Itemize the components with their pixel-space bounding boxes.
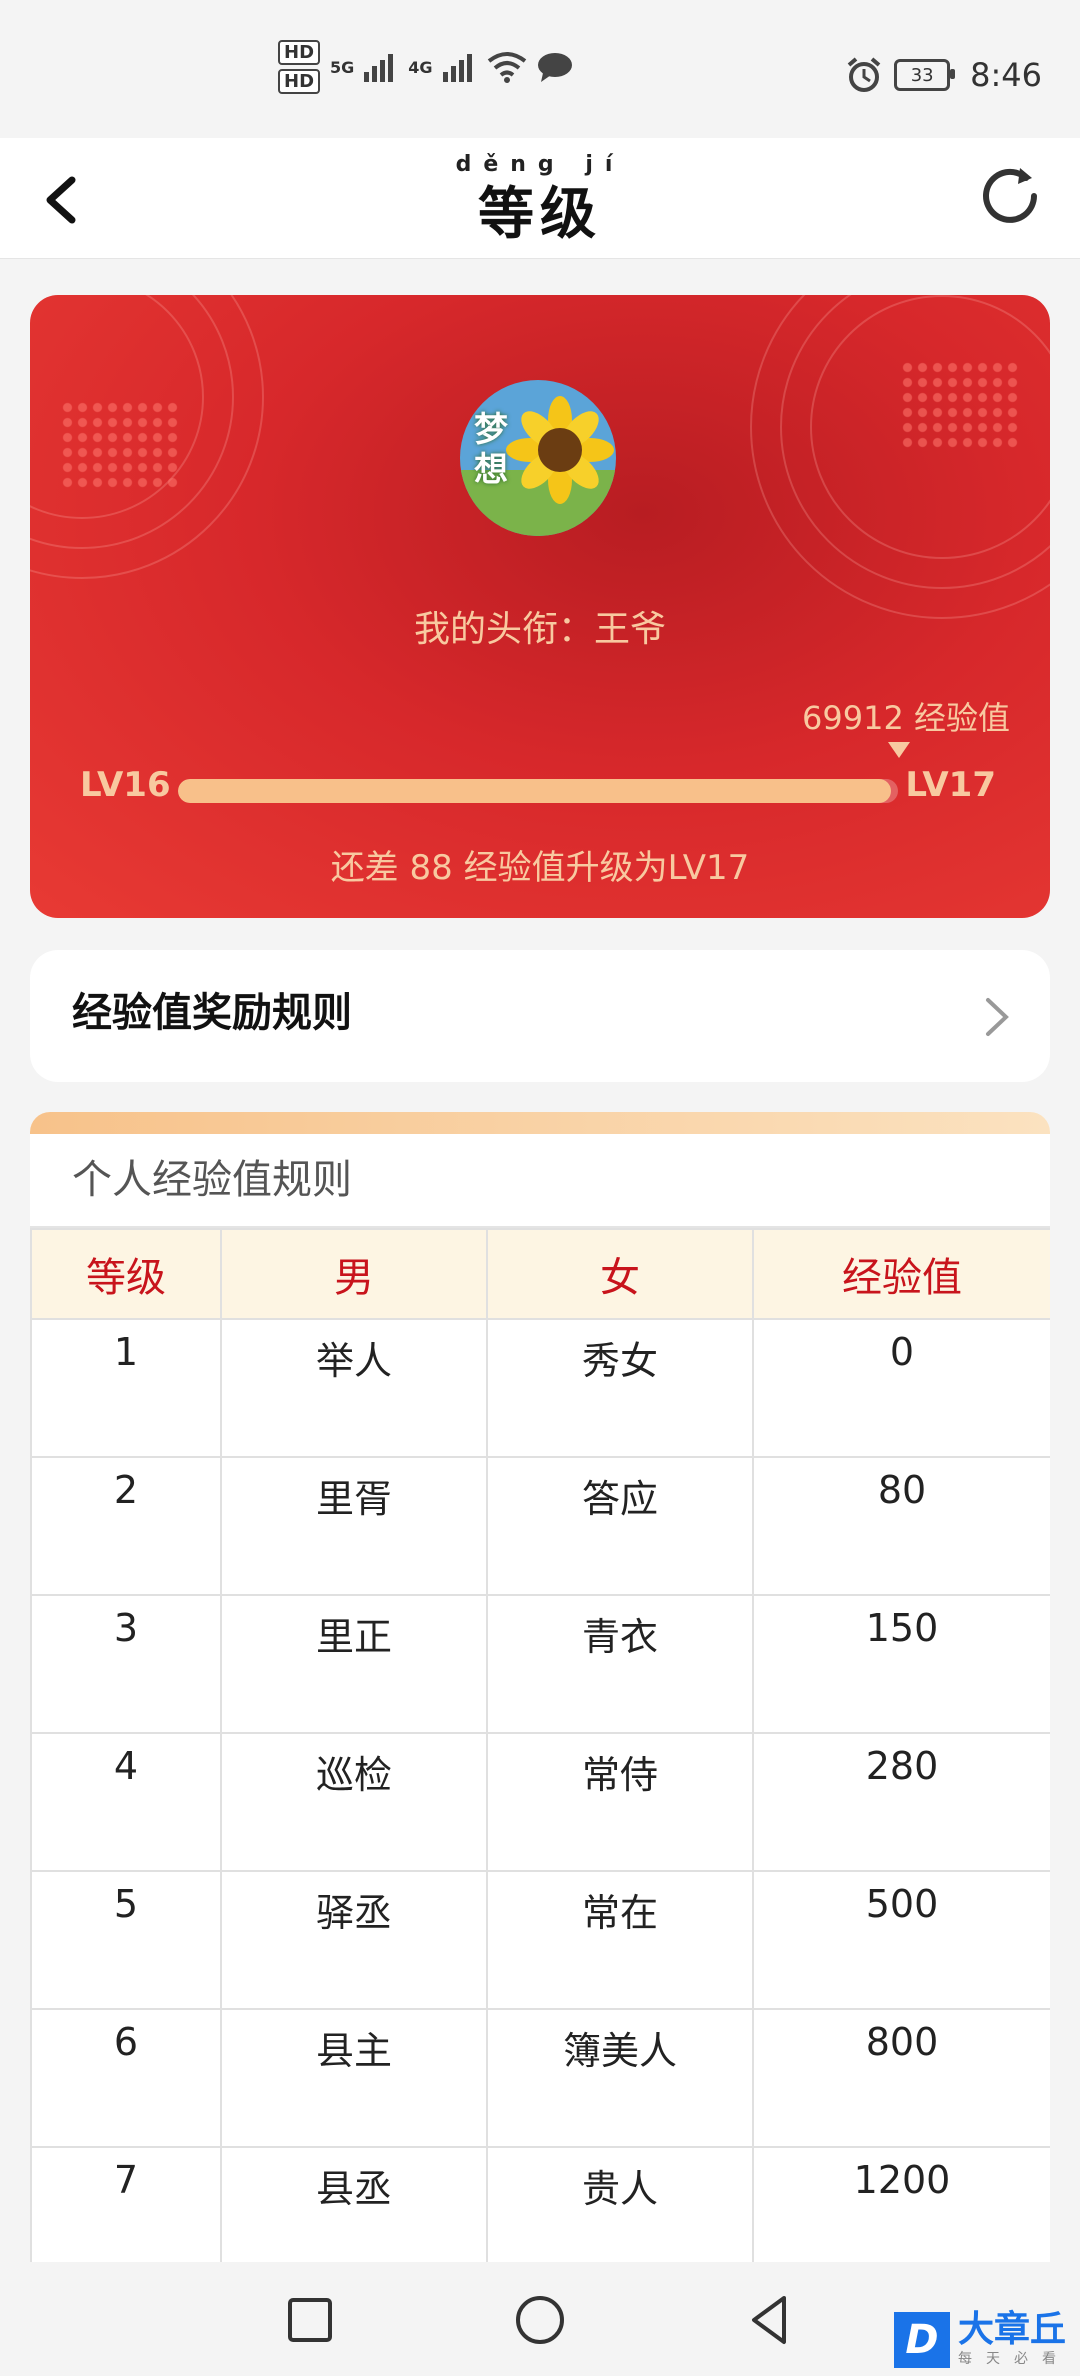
- table-row: 1 举人 秀女 0: [30, 1318, 1050, 1458]
- refresh-icon: [983, 168, 1037, 223]
- exp-rules-link[interactable]: 经验值奖励规则: [30, 950, 1050, 1082]
- cell-level: 4: [30, 1732, 222, 1872]
- cell-female: 青衣: [486, 1594, 754, 1734]
- cell-male: 巡检: [220, 1732, 488, 1872]
- level-card: 梦想 我的头衔：王爷 69912 经验值 LV16 LV17 还差 88 经验值…: [30, 295, 1050, 918]
- cell-level: 1: [30, 1318, 222, 1458]
- battery-icon: 33: [894, 59, 956, 91]
- exp-needed-text: 还差 88 经验值升级为LV17: [330, 848, 750, 888]
- watermark: D 大章丘 每天必看: [894, 2312, 1070, 2368]
- cell-female: 簿美人: [486, 2008, 754, 2148]
- cell-female: 贵人: [486, 2146, 754, 2262]
- watermark-logo: D: [894, 2312, 950, 2368]
- cell-exp: 800: [752, 2008, 1050, 2148]
- refresh-button[interactable]: [970, 156, 1050, 236]
- cell-male: 举人: [220, 1318, 488, 1458]
- cell-exp: 80: [752, 1456, 1050, 1596]
- cell-female: 常侍: [486, 1732, 754, 1872]
- cell-male: 里正: [220, 1594, 488, 1734]
- chevron-right-icon: [986, 998, 1009, 1036]
- status-time: 8:46: [970, 56, 1042, 94]
- cell-level: 7: [30, 2146, 222, 2262]
- decor-dots: [60, 400, 180, 490]
- exp-table: 等级 男 女 经验值 1 举人 秀女 0 2 里胥 答应 80 3 里正 青衣 150 4 巡检 常侍…: [30, 1228, 1050, 2262]
- progress-marker: [888, 742, 910, 758]
- avatar-text: 梦想: [474, 410, 508, 490]
- my-title: 我的头衔：王爷: [413, 609, 666, 650]
- cell-male: 驿丞: [220, 1870, 488, 2010]
- header-level: 等级: [30, 1228, 222, 1320]
- decor-dots: [900, 360, 1020, 450]
- hd2-badge: HD: [278, 69, 321, 94]
- watermark-sub: 每天必看: [958, 2351, 1070, 2367]
- exp-rules-label: 经验值奖励规则: [72, 990, 352, 1036]
- cell-exp: 150: [752, 1594, 1050, 1734]
- signal-icon-2: [442, 54, 472, 82]
- page-title: děng jí 等级: [0, 152, 1080, 250]
- cell-male: 县主: [220, 2008, 488, 2148]
- table-row: 3 里正 青衣 150: [30, 1594, 1050, 1734]
- table-row: 6 县主 簿美人 800: [30, 2008, 1050, 2148]
- cell-exp: 0: [752, 1318, 1050, 1458]
- wifi-icon: [487, 52, 526, 83]
- recent-apps-button[interactable]: [280, 2290, 340, 2350]
- home-button[interactable]: [510, 2290, 570, 2350]
- table-top-stripe: [30, 1112, 1050, 1134]
- message-icon: [537, 53, 572, 82]
- cell-exp: 1200: [752, 2146, 1050, 2262]
- status-bar: HD HD 5G 4G 33 8:46: [0, 0, 1080, 138]
- alarm-icon: [847, 57, 881, 92]
- status-right: 33 8:46: [846, 56, 1042, 94]
- net1-label: 5G: [330, 57, 355, 77]
- cell-level: 3: [30, 1594, 222, 1734]
- net2-label: 4G: [408, 57, 433, 77]
- cell-exp: 500: [752, 1870, 1050, 2010]
- table-row: 7 县丞 贵人 1200: [30, 2146, 1050, 2262]
- hd1-badge: HD: [278, 40, 321, 65]
- header-exp: 经验值: [752, 1228, 1050, 1320]
- header-female: 女: [486, 1228, 754, 1320]
- cell-male: 县丞: [220, 2146, 488, 2262]
- status-left: HD HD 5G 4G: [278, 40, 573, 94]
- page-header: děng jí 等级: [0, 138, 1080, 259]
- level-to: LV17: [905, 765, 996, 805]
- header-male: 男: [220, 1228, 488, 1320]
- level-progress-bar: [178, 779, 898, 803]
- title-text: 等级: [478, 181, 602, 247]
- cell-exp: 280: [752, 1732, 1050, 1872]
- system-nav-bar: D 大章丘 每天必看: [0, 2262, 1080, 2376]
- table-section-title: 个人经验值规则: [30, 1134, 1050, 1228]
- nav-back-button[interactable]: [740, 2290, 800, 2350]
- level-progress-fill: [178, 779, 891, 803]
- table-row: 2 里胥 答应 80: [30, 1456, 1050, 1596]
- table-row: 4 巡检 常侍 280: [30, 1732, 1050, 1872]
- cell-male: 里胥: [220, 1456, 488, 1596]
- cell-female: 答应: [486, 1456, 754, 1596]
- avatar[interactable]: 梦想: [460, 380, 616, 536]
- signal-icon: [364, 54, 394, 82]
- cell-level: 5: [30, 1870, 222, 2010]
- cell-level: 2: [30, 1456, 222, 1596]
- watermark-text-group: 大章丘 每天必看: [958, 2312, 1070, 2368]
- table-row: 5 驿丞 常在 500: [30, 1870, 1050, 2010]
- cell-female: 秀女: [486, 1318, 754, 1458]
- current-exp: 69912 经验值: [802, 699, 1010, 737]
- level-from: LV16: [80, 765, 171, 805]
- table-header-row: 等级 男 女 经验值: [30, 1228, 1050, 1320]
- watermark-name: 大章丘: [958, 2309, 1067, 2350]
- cell-female: 常在: [486, 1870, 754, 2010]
- exp-table-card: 个人经验值规则 等级 男 女 经验值 1 举人 秀女 0 2 里胥 答应 80 3 里正 青衣 1…: [30, 1112, 1050, 2262]
- cell-level: 6: [30, 2008, 222, 2148]
